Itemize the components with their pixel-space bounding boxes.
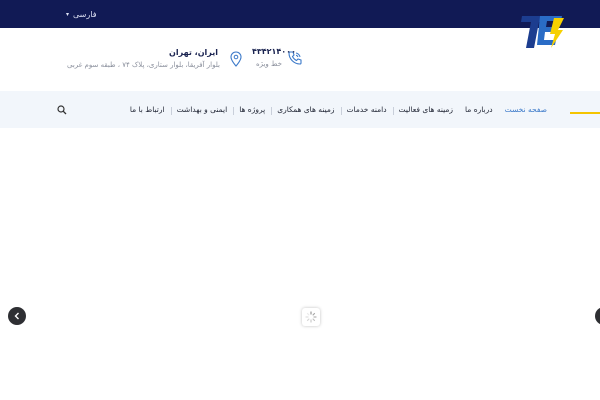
location-pin-icon [230,51,242,67]
slider-loader [302,308,320,326]
nav-item-activities[interactable]: زمینه های فعالیت [392,105,459,115]
spinner-icon [305,311,317,323]
hero-slider [0,128,600,400]
slider-prev-button[interactable] [8,307,26,325]
phone-number[interactable]: ۴۳۴۲۱۴۰۰۰ [252,47,296,56]
language-label: فارسی [73,9,97,19]
language-selector[interactable]: فارسی ▾ [66,7,97,21]
company-logo-te[interactable] [518,14,566,50]
nav-item-projects[interactable]: پروژه ها [233,105,271,115]
phone-label: خط ویژه [255,60,282,68]
nav-items: صفحه نخست درباره ما زمینه های فعالیت دام… [124,91,553,128]
address-title: ایران، تهران [169,48,218,57]
nav-item-contact[interactable]: ارتباط با ما [124,105,171,114]
chevron-left-icon [14,312,19,320]
top-bar: فارسی ▾ [0,0,600,28]
nav-item-home[interactable]: صفحه نخست [499,105,553,114]
address-line: بلوار آفریقا، بلوار ستاری، پلاک ۷۴ ، طبق… [67,61,220,69]
nav-item-safety[interactable]: ایمنی و بهداشت [170,105,234,115]
search-icon[interactable] [57,105,67,115]
chevron-down-icon: ▾ [66,10,70,18]
main-nav: صفحه نخست درباره ما زمینه های فعالیت دام… [0,91,600,128]
nav-item-services[interactable]: دامنه خدمات [340,105,393,115]
nav-item-cooperation[interactable]: زمینه های همکاری [271,105,340,115]
nav-accent-line [570,112,600,114]
nav-item-about[interactable]: درباره ما [459,105,499,114]
